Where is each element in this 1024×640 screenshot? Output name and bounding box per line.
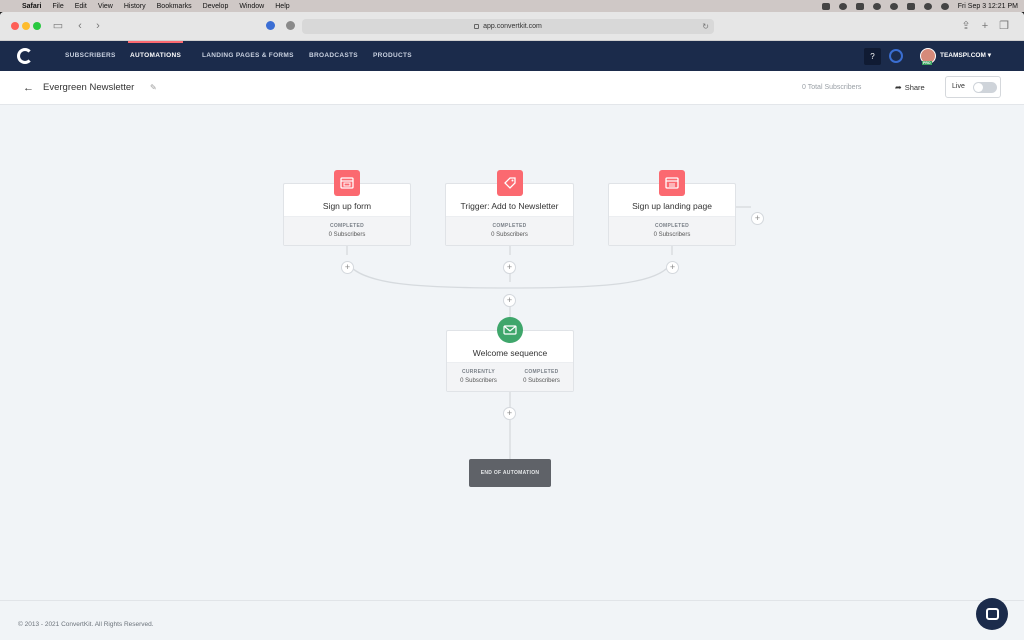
- url-text: app.convertkit.com: [483, 23, 542, 30]
- minimize-window-icon[interactable]: [22, 22, 30, 30]
- end-of-automation: END OF AUTOMATION: [469, 459, 551, 487]
- status-battery-icon[interactable]: [906, 2, 915, 10]
- menu-app-name[interactable]: Safari: [22, 3, 41, 10]
- stat-value: 0 Subscribers: [460, 378, 497, 384]
- sequence-node-stats: CURRENTLY 0 Subscribers COMPLETED 0 Subs…: [447, 362, 573, 391]
- page-title: Evergreen Newsletter: [43, 82, 135, 93]
- reload-icon[interactable]: ↻: [702, 22, 709, 31]
- safari-window: ▭ ‹ › app.convertkit.com ↻ ⇪ + ❐ SUBSCRI…: [0, 12, 1024, 640]
- stat-label: COMPLETED: [329, 223, 365, 229]
- automation-header: ← Evergreen Newsletter ✎ 0 Total Subscri…: [0, 71, 1024, 105]
- live-toggle-container: Live: [945, 76, 1001, 98]
- close-window-icon[interactable]: [11, 22, 19, 30]
- add-step-button[interactable]: +: [503, 261, 516, 274]
- entry-node-stats: COMPLETED 0 Subscribers: [446, 216, 573, 245]
- stat-label: CURRENTLY: [461, 369, 496, 375]
- menu-window[interactable]: Window: [239, 3, 264, 10]
- nav-subscribers[interactable]: SUBSCRIBERS: [65, 41, 116, 71]
- avatar[interactable]: PRO: [920, 48, 936, 65]
- pro-badge: PRO: [922, 61, 932, 65]
- stat-value: 0 Subscribers: [523, 378, 560, 384]
- add-entry-point-button[interactable]: +: [751, 212, 764, 225]
- entry-node-title: Sign up form: [322, 201, 372, 211]
- add-step-button[interactable]: +: [341, 261, 354, 274]
- nav-broadcasts[interactable]: BROADCASTS: [309, 41, 358, 71]
- automation-canvas: Sign up form COMPLETED 0 Subscribers Tri…: [0, 105, 1024, 600]
- status-settings-icon[interactable]: [838, 2, 847, 10]
- stat-label: COMPLETED: [492, 223, 527, 229]
- status-play-icon[interactable]: [889, 2, 898, 10]
- entry-node-stats: COMPLETED 0 Subscribers: [609, 216, 735, 245]
- chat-support-button[interactable]: [976, 598, 1008, 630]
- nav-automations[interactable]: AUTOMATIONS: [128, 41, 184, 71]
- help-button[interactable]: ?: [864, 48, 881, 65]
- extension-icon[interactable]: [266, 21, 275, 30]
- live-label: Live: [952, 83, 965, 90]
- browser-toolbar: ▭ ‹ › app.convertkit.com ↻ ⇪ + ❐: [0, 12, 1024, 41]
- status-sync-icon[interactable]: [872, 2, 881, 10]
- copyright-text: © 2013 - 2021 ConvertKit. All Rights Res…: [18, 621, 154, 628]
- envelope-icon: [497, 317, 523, 343]
- menu-view[interactable]: View: [98, 3, 113, 10]
- page-footer: © 2013 - 2021 ConvertKit. All Rights Res…: [0, 600, 1024, 640]
- form-icon: [334, 170, 360, 196]
- add-step-button[interactable]: +: [503, 294, 516, 307]
- convertkit-logo-icon[interactable]: [17, 48, 33, 64]
- new-tab-icon[interactable]: +: [979, 20, 991, 32]
- status-mail-icon[interactable]: [855, 2, 864, 10]
- landing-page-icon: [659, 170, 685, 196]
- fullscreen-window-icon[interactable]: [33, 22, 41, 30]
- menu-develop[interactable]: Develop: [203, 3, 229, 10]
- stat-value: 0 Subscribers: [653, 232, 691, 238]
- menubar-clock[interactable]: Fri Sep 3 12:21 PM: [958, 3, 1018, 10]
- toggle-knob: [974, 83, 983, 92]
- menu-bookmarks[interactable]: Bookmarks: [157, 3, 192, 10]
- chat-bubble-icon: [985, 608, 999, 620]
- status-wifi-icon[interactable]: [923, 2, 932, 10]
- stat-label: COMPLETED: [654, 223, 690, 229]
- total-subscribers: 0 Total Subscribers: [802, 84, 862, 91]
- share-page-icon[interactable]: ⇪: [960, 20, 972, 32]
- menu-history[interactable]: History: [124, 3, 146, 10]
- stat-label: COMPLETED: [524, 369, 559, 375]
- back-arrow-icon[interactable]: ←: [23, 82, 34, 94]
- lock-icon: [474, 24, 480, 29]
- menu-edit[interactable]: Edit: [75, 3, 87, 10]
- add-step-button[interactable]: +: [666, 261, 679, 274]
- app-nav-bar: SUBSCRIBERS AUTOMATIONS LANDING PAGES & …: [0, 41, 1024, 71]
- account-menu[interactable]: TEAMSPI.COM ▾: [940, 41, 991, 71]
- address-bar[interactable]: app.convertkit.com ↻: [302, 19, 714, 34]
- share-label: Share: [904, 83, 925, 92]
- macos-menu-bar: Safari File Edit View History Bookmarks …: [0, 0, 1024, 12]
- nav-landing-pages-forms[interactable]: LANDING PAGES & FORMS: [202, 41, 294, 71]
- forward-nav-icon[interactable]: ›: [92, 20, 104, 32]
- back-nav-icon[interactable]: ‹: [74, 20, 86, 32]
- entry-node-title: Sign up landing page: [632, 201, 712, 211]
- edit-pencil-icon[interactable]: ✎: [150, 83, 157, 92]
- add-step-button[interactable]: +: [503, 407, 516, 420]
- stat-value: 0 Subscribers: [491, 232, 528, 238]
- tab-overview-icon[interactable]: ❐: [998, 20, 1010, 32]
- entry-node-title: Trigger: Add to Newsletter: [460, 201, 559, 211]
- privacy-shield-icon[interactable]: [286, 21, 295, 30]
- nav-products[interactable]: PRODUCTS: [373, 41, 412, 71]
- notifications-ring-icon[interactable]: [889, 49, 903, 63]
- chevron-down-icon: ▾: [987, 52, 991, 59]
- menu-help[interactable]: Help: [275, 3, 289, 10]
- entry-node-stats: COMPLETED 0 Subscribers: [284, 216, 410, 245]
- status-app-icon[interactable]: [821, 2, 830, 10]
- share-arrow-icon: ➦: [895, 83, 902, 92]
- stat-value: 0 Subscribers: [328, 232, 366, 238]
- menu-file[interactable]: File: [52, 3, 63, 10]
- status-search-icon[interactable]: [940, 2, 949, 10]
- account-name: TEAMSPI.COM: [940, 52, 986, 59]
- sidebar-toggle-icon[interactable]: ▭: [52, 20, 64, 32]
- live-toggle[interactable]: [973, 82, 997, 93]
- tag-icon: [497, 170, 523, 196]
- share-button[interactable]: ➦ Share: [895, 83, 925, 92]
- sequence-node-title: Welcome sequence: [472, 348, 548, 358]
